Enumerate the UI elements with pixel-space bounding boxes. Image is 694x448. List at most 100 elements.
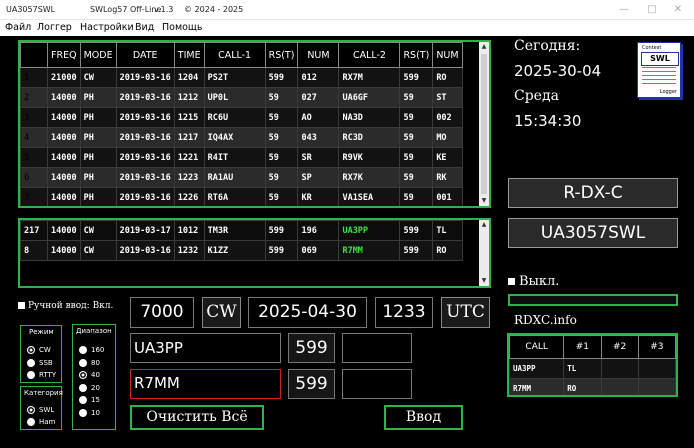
num2-input[interactable] xyxy=(342,369,412,399)
table-cell[interactable]: 2019-03-16 xyxy=(115,147,175,168)
table-cell[interactable]: 59 xyxy=(264,127,299,148)
row-number[interactable]: 4 xyxy=(20,127,48,148)
mode-radio-cw[interactable]: CW xyxy=(27,346,51,354)
table-cell[interactable]: 2019-03-17 xyxy=(115,220,175,241)
scroll-down-icon[interactable]: ▼ xyxy=(479,276,489,286)
table-row[interactable]: 5 14000 PH 2019-03-16 1221 R4IT 59 SR R9VK 59 KE xyxy=(20,147,463,168)
table-cell[interactable]: 59 xyxy=(399,167,434,188)
table-cell[interactable]: RO xyxy=(433,208,462,209)
table-row[interactable]: 814000CW2019-03-161232K1ZZ599069R7MM599R… xyxy=(20,240,463,261)
table-cell[interactable]: PH xyxy=(79,87,117,108)
table-cell[interactable]: K1ZZ xyxy=(203,240,266,261)
table-row[interactable]: 7 14000 PH 2019-03-16 1226 RT6A 59 KR VA1SEA 59 00… xyxy=(20,187,463,206)
table-cell[interactable]: R9VK xyxy=(338,147,401,168)
table-row[interactable]: 217 14000 CW 2019-03-17 1012 TM3R 599 196 UA3PP 5… xyxy=(20,220,463,241)
table-cell[interactable]: 2019-03-16 xyxy=(115,187,175,206)
table-cell[interactable]: RO xyxy=(432,67,463,88)
table-cell[interactable]: 1223 xyxy=(173,167,205,188)
table-cell[interactable]: PH xyxy=(79,127,117,148)
band-radio-40[interactable]: 40 xyxy=(79,371,100,379)
table-cell[interactable]: 59 xyxy=(399,187,434,206)
band-radio-10[interactable]: 10 xyxy=(79,409,100,417)
table-cell[interactable]: 59 xyxy=(399,147,434,168)
minimize-button[interactable]: — xyxy=(610,2,638,18)
search-table[interactable]: 217 14000 CW 2019-03-17 1012 TM3R 599 196 UA3PP 5… xyxy=(18,218,491,288)
table-cell[interactable]: RK xyxy=(432,167,463,188)
table-cell[interactable]: UA3PP xyxy=(338,220,401,241)
time-field[interactable]: 1233 xyxy=(375,297,433,328)
table-cell[interactable]: 599 xyxy=(264,67,299,88)
col-header[interactable]: FREQ xyxy=(47,42,81,68)
table-cell[interactable]: UP0L xyxy=(203,87,266,108)
table-cell[interactable]: 1012 xyxy=(173,220,205,241)
table-cell[interactable]: 59 xyxy=(399,107,434,128)
col-header[interactable]: CALL-1 xyxy=(203,42,266,68)
table-cell[interactable]: SR xyxy=(297,147,340,168)
mode-radio-ssb[interactable]: SSB xyxy=(27,359,53,367)
col-header[interactable]: CALL-2 xyxy=(338,42,401,68)
table-cell[interactable]: AO xyxy=(297,107,340,128)
table-cell[interactable]: 2019-03-16 xyxy=(115,107,175,128)
table-cell[interactable]: 14000 xyxy=(47,187,81,206)
close-button[interactable]: ✕ xyxy=(664,2,692,18)
table-cell[interactable]: 14000 xyxy=(47,147,81,168)
scroll-down-icon[interactable]: ▼ xyxy=(479,196,489,206)
table-cell[interactable]: RO xyxy=(432,240,463,261)
col-header[interactable]: RS(T) xyxy=(399,42,434,68)
table-cell[interactable]: 59 xyxy=(399,87,434,108)
utc-button[interactable]: UTC xyxy=(441,297,490,328)
enter-button[interactable]: Ввод xyxy=(384,405,463,430)
col-header[interactable]: DATE xyxy=(115,42,175,68)
table-cell[interactable]: SP xyxy=(297,167,340,188)
category-radio-swl[interactable]: SWL xyxy=(27,406,54,414)
table-cell[interactable]: 002 xyxy=(432,107,463,128)
table-cell[interactable]: RX7M xyxy=(338,67,401,88)
table-cell[interactable]: IQ4AX xyxy=(203,127,266,148)
table-cell[interactable]: 196 xyxy=(297,220,340,241)
rst2-field[interactable]: 599 xyxy=(288,369,335,399)
table-cell[interactable]: RC3D xyxy=(338,127,401,148)
checkbox-icon[interactable] xyxy=(508,278,515,285)
table-cell[interactable]: MO xyxy=(432,127,463,148)
table-cell[interactable]: 14000 xyxy=(47,107,81,128)
table-cell[interactable]: 012 xyxy=(297,67,340,88)
category-radio-ham[interactable]: Ham xyxy=(27,418,55,426)
table-row[interactable]: 4 14000 PH 2019-03-16 1217 IQ4AX 59 043 RC3D 59 MO xyxy=(20,127,463,148)
table-cell[interactable]: RT6A xyxy=(203,187,266,206)
table-cell[interactable]: 1204 xyxy=(173,67,205,88)
table-cell[interactable]: 2019-03-16 xyxy=(115,87,175,108)
rdxc-table[interactable]: CALL #1 #2 #3 UA3PP TL R7MM RO xyxy=(507,333,678,397)
table-row[interactable]: 6 14000 PH 2019-03-16 1223 RA1AU 59 SP RX7K 59 RK xyxy=(20,167,463,188)
table-cell[interactable]: 599 xyxy=(265,208,298,209)
log-table[interactable]: FREQ MODE DATE TIME CALL-1 RS(T) NUM CAL… xyxy=(18,40,491,208)
table-row[interactable]: 814000CW2019-03-161232K1ZZ599069R7MM599R… xyxy=(21,208,463,209)
table-cell[interactable]: 599 xyxy=(399,67,434,88)
table-cell[interactable]: 1215 xyxy=(173,107,205,128)
num1-input[interactable] xyxy=(342,333,412,363)
band-radio-20[interactable]: 20 xyxy=(79,384,100,392)
table-cell[interactable]: 14000 xyxy=(47,240,81,261)
table-cell[interactable]: 069 xyxy=(297,240,340,261)
menu-logger[interactable]: Логгер xyxy=(37,22,72,33)
table-cell[interactable]: 59 xyxy=(264,107,299,128)
scroll-up-icon[interactable]: ▲ xyxy=(479,42,489,52)
table-cell[interactable]: KR xyxy=(297,187,340,206)
table-cell[interactable]: 1232 xyxy=(174,208,204,209)
search-scrollbar[interactable]: ▲ ▼ xyxy=(479,220,489,286)
table-cell[interactable]: RX7K xyxy=(338,167,401,188)
table-cell[interactable]: 001 xyxy=(432,187,463,206)
table-cell[interactable]: CW xyxy=(80,208,116,209)
table-cell[interactable]: 1217 xyxy=(173,127,205,148)
table-cell[interactable]: PS2T xyxy=(203,67,266,88)
menu-help[interactable]: Помощь xyxy=(162,22,202,33)
table-cell[interactable]: TL xyxy=(432,220,463,241)
band-radio-15[interactable]: 15 xyxy=(79,396,100,404)
row-number[interactable]: 1 xyxy=(20,67,48,88)
col-header[interactable]: MODE xyxy=(79,42,117,68)
band-radio-80[interactable]: 80 xyxy=(79,359,100,367)
table-cell[interactable]: 59 xyxy=(264,187,299,206)
table-cell[interactable]: CW xyxy=(79,240,117,261)
status-toggle[interactable]: Выкл. xyxy=(508,274,559,289)
contest-name[interactable]: R-DX-C xyxy=(508,178,678,208)
date-field[interactable]: 2025-04-30 xyxy=(248,297,367,328)
